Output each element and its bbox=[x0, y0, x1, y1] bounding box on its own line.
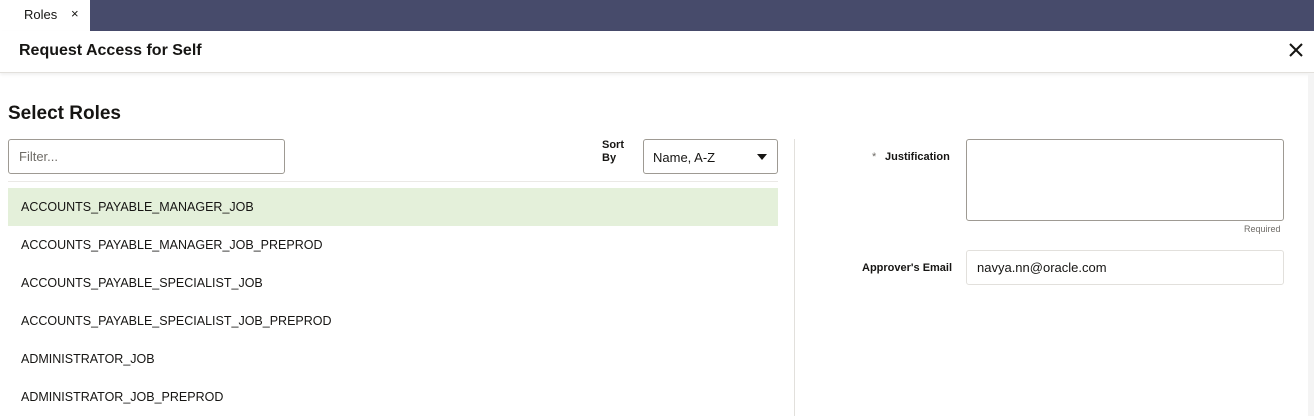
close-icon[interactable] bbox=[1286, 40, 1306, 60]
role-list-item[interactable]: ACCOUNTS_PAYABLE_SPECIALIST_JOB_PREPROD bbox=[8, 302, 778, 340]
role-list: ACCOUNTS_PAYABLE_MANAGER_JOB ACCOUNTS_PA… bbox=[8, 188, 778, 416]
panel-separator bbox=[794, 139, 795, 416]
tab-label: Roles bbox=[24, 7, 58, 22]
approver-email-field[interactable] bbox=[966, 250, 1284, 285]
approver-email-label: Approver's Email bbox=[862, 262, 953, 274]
caret-down-icon bbox=[757, 154, 767, 160]
justification-label: Justification bbox=[885, 151, 950, 163]
role-name: ACCOUNTS_PAYABLE_MANAGER_JOB bbox=[21, 200, 254, 214]
sort-by-label: Sort By bbox=[602, 139, 624, 164]
sort-selected-value: Name, A-Z bbox=[653, 150, 716, 165]
role-name: ACCOUNTS_PAYABLE_SPECIALIST_JOB_PREPROD bbox=[21, 314, 332, 328]
role-list-item[interactable]: ACCOUNTS_PAYABLE_MANAGER_JOB_PREPROD bbox=[8, 226, 778, 264]
role-list-item[interactable]: ACCOUNTS_PAYABLE_SPECIALIST_JOB bbox=[8, 264, 778, 302]
role-name: ACCOUNTS_PAYABLE_SPECIALIST_JOB bbox=[21, 276, 263, 290]
dialog-header: Request Access for Self bbox=[0, 31, 1314, 73]
section-title: Select Roles bbox=[8, 103, 121, 124]
filter-input[interactable] bbox=[8, 139, 285, 174]
required-marker: * bbox=[872, 151, 877, 163]
role-name: ADMINISTRATOR_JOB bbox=[21, 352, 155, 366]
role-name: ADMINISTRATOR_JOB_PREPROD bbox=[21, 390, 224, 404]
role-list-item[interactable]: ADMINISTRATOR_JOB bbox=[8, 340, 778, 378]
tab-bar: Roles × bbox=[0, 0, 1314, 31]
role-list-item[interactable]: ACCOUNTS_PAYABLE_MANAGER_JOB bbox=[8, 188, 778, 226]
justification-field[interactable] bbox=[966, 139, 1284, 221]
tab-close-icon[interactable]: × bbox=[71, 6, 79, 21]
dialog-title: Request Access for Self bbox=[19, 42, 202, 59]
sort-select[interactable]: Name, A-Z bbox=[643, 139, 778, 174]
role-list-item[interactable]: ADMINISTRATOR_JOB_PREPROD bbox=[8, 378, 778, 416]
tab-roles[interactable]: Roles × bbox=[0, 0, 90, 31]
required-hint: Required bbox=[1244, 224, 1281, 234]
list-divider bbox=[8, 181, 778, 182]
dialog-scrollbar[interactable] bbox=[1308, 73, 1314, 416]
role-name: ACCOUNTS_PAYABLE_MANAGER_JOB_PREPROD bbox=[21, 238, 323, 252]
